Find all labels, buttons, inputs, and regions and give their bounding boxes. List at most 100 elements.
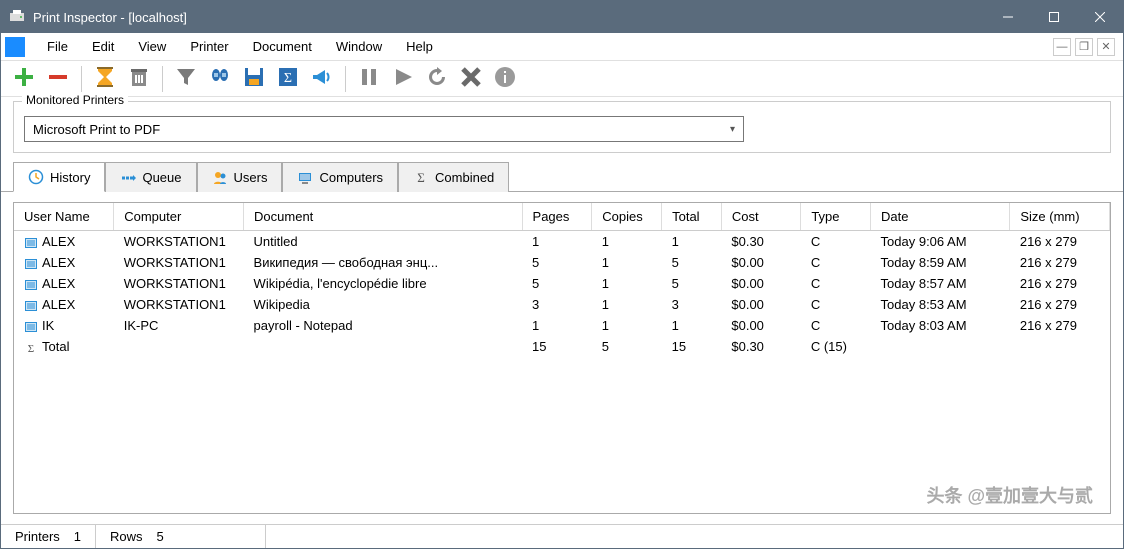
trash-icon [127,65,151,92]
monitored-printers-group: Monitored Printers Microsoft Print to PD… [13,101,1111,153]
save-icon [242,65,266,92]
history-icon [28,169,44,185]
toolbar-pause-button[interactable] [354,64,384,94]
status-printers-value: 1 [74,529,81,544]
tab-users[interactable]: Users [197,162,283,192]
menu-window[interactable]: Window [324,35,394,58]
table-row[interactable]: IKIK-PCpayroll - Notepad111$0.00CToday 8… [14,315,1110,336]
toolbar-add-button[interactable] [9,64,39,94]
tab-combined[interactable]: Σ Combined [398,162,509,192]
toolbar-hourglass-button[interactable] [90,64,120,94]
column-header[interactable]: Total [662,203,722,231]
menu-edit[interactable]: Edit [80,35,126,58]
printer-dropdown[interactable]: Microsoft Print to PDF ▾ [24,116,744,142]
column-header[interactable]: Document [244,203,522,231]
tab-queue[interactable]: Queue [105,162,196,192]
column-header[interactable]: Computer [114,203,244,231]
statusbar: Printers 1 Rows 5 [1,524,1123,548]
tab-computers[interactable]: Computers [282,162,398,192]
monitored-printers-label: Monitored Printers [22,93,128,107]
document-icon [24,318,42,333]
computers-icon [297,170,313,186]
play-icon [391,65,415,92]
pause-icon [357,65,381,92]
table-row[interactable]: ALEXWORKSTATION1Википедия — свободная эн… [14,252,1110,273]
document-icon [24,276,42,291]
table-total-row[interactable]: ΣTotal15515$0.30C (15) [14,336,1110,357]
table-row[interactable]: ALEXWORKSTATION1Untitled111$0.30CToday 9… [14,231,1110,253]
menu-view[interactable]: View [126,35,178,58]
column-header[interactable]: User Name [14,203,114,231]
status-rows-value: 5 [157,529,164,544]
menu-file[interactable]: File [35,35,80,58]
hourglass-icon [93,65,117,92]
toolbar: Σ [1,61,1123,97]
svg-text:Σ: Σ [417,170,425,185]
tabs: History Queue Users Computers Σ Combined [1,161,1123,192]
toolbar-remove-button[interactable] [43,64,73,94]
mdi-minimize[interactable]: — [1053,38,1071,56]
close-button[interactable] [1077,1,1123,33]
window-title: Print Inspector - [localhost] [33,10,985,25]
mdi-close[interactable]: ✕ [1097,38,1115,56]
column-header[interactable]: Type [801,203,871,231]
document-icon [24,297,42,312]
status-printers-label: Printers [15,529,60,544]
toolbar-cancel-button[interactable] [456,64,486,94]
status-rows-label: Rows [110,529,143,544]
cancel-icon [459,65,483,92]
printer-dropdown-value: Microsoft Print to PDF [33,122,730,137]
toolbar-info-button[interactable] [490,64,520,94]
tab-label: History [50,170,90,185]
column-header[interactable]: Cost [721,203,800,231]
table-row[interactable]: ALEXWORKSTATION1Wikipédia, l'encyclopédi… [14,273,1110,294]
toolbar-find-button[interactable] [205,64,235,94]
menu-help[interactable]: Help [394,35,445,58]
toolbar-sum-report-button[interactable]: Σ [273,64,303,94]
users-icon [212,170,228,186]
toolbar-announce-button[interactable] [307,64,337,94]
maximize-button[interactable] [1031,1,1077,33]
queue-icon [120,170,136,186]
svg-text:Σ: Σ [28,343,34,354]
app-icon [9,9,25,25]
column-header[interactable]: Size (mm) [1010,203,1110,231]
minimize-button[interactable] [985,1,1031,33]
toolbar-separator [81,66,82,92]
toolbar-save-button[interactable] [239,64,269,94]
tab-label: Queue [142,170,181,185]
info-icon [493,65,517,92]
toolbar-separator [345,66,346,92]
sigma-icon: Σ [24,339,42,354]
history-grid[interactable]: User NameComputerDocumentPagesCopiesTota… [13,202,1111,514]
toolbar-filter-button[interactable] [171,64,201,94]
sum-report-icon: Σ [276,65,300,92]
menu-printer[interactable]: Printer [178,35,240,58]
toolbar-play-button[interactable] [388,64,418,94]
column-header[interactable]: Copies [592,203,662,231]
document-icon [24,255,42,270]
toolbar-refresh-button[interactable] [422,64,452,94]
mdi-icon [5,37,25,57]
table-row[interactable]: ALEXWORKSTATION1Wikipedia313$0.00CToday … [14,294,1110,315]
combined-icon: Σ [413,170,429,186]
mdi-restore[interactable]: ❐ [1075,38,1093,56]
filter-icon [174,65,198,92]
chevron-down-icon: ▾ [730,124,735,135]
tab-label: Combined [435,170,494,185]
find-icon [208,65,232,92]
svg-text:Σ: Σ [284,71,292,86]
column-header[interactable]: Date [871,203,1010,231]
tab-label: Computers [319,170,383,185]
menu-document[interactable]: Document [241,35,324,58]
refresh-icon [425,65,449,92]
toolbar-trash-button[interactable] [124,64,154,94]
toolbar-separator [162,66,163,92]
menubar: FileEditViewPrinterDocumentWindowHelp — … [1,33,1123,61]
remove-icon [46,65,70,92]
column-header[interactable]: Pages [522,203,592,231]
announce-icon [310,65,334,92]
titlebar: Print Inspector - [localhost] [1,1,1123,33]
document-icon [24,234,42,249]
tab-history[interactable]: History [13,162,105,192]
